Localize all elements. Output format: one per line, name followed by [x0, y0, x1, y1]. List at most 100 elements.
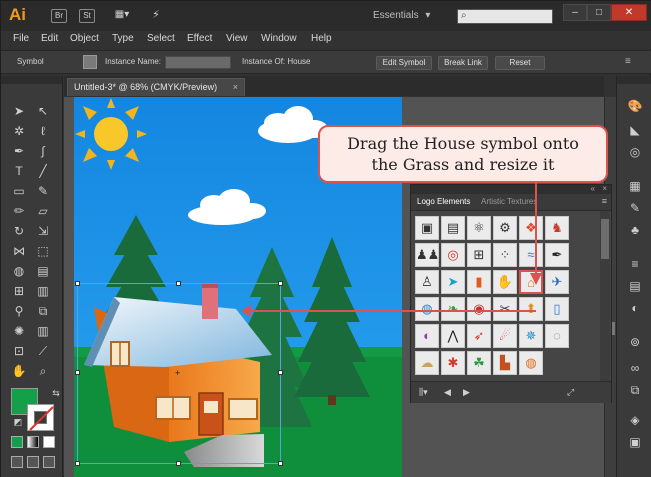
stock-button[interactable]: St	[79, 9, 95, 23]
symbols-icon[interactable]: ♣	[627, 222, 643, 238]
color-guide-icon[interactable]: ◣	[627, 122, 643, 138]
symbol-star-emblem[interactable]: ✵	[519, 324, 543, 348]
search-input[interactable]: ⌕	[457, 9, 553, 24]
resize-handle[interactable]	[176, 281, 181, 286]
symbol-house[interactable]: ⌂	[519, 270, 543, 294]
next-library-icon[interactable]: ▶	[463, 387, 470, 398]
type-tool[interactable]: T	[10, 162, 28, 180]
symbol-people[interactable]: ♟♟	[415, 243, 439, 267]
menu-type[interactable]: Type	[112, 33, 134, 44]
gradient-icon[interactable]: ▤	[627, 278, 643, 294]
rectangle-tool[interactable]: ▭	[10, 182, 28, 200]
none-mode-icon[interactable]	[43, 436, 55, 448]
instance-name-field[interactable]	[165, 56, 231, 69]
stroke-icon[interactable]: ≡	[627, 256, 643, 272]
swap-colors-icon[interactable]: ⇆	[47, 384, 65, 402]
symbol-rocket[interactable]: ➶	[467, 324, 491, 348]
symbol-lamp[interactable]: ✱	[441, 351, 465, 375]
eraser-tool[interactable]: ▱	[34, 202, 52, 220]
draw-behind-icon[interactable]	[27, 456, 39, 468]
pencil-tool[interactable]: ✏	[10, 202, 28, 220]
color-mode-icon[interactable]	[11, 436, 23, 448]
minimize-button[interactable]: –	[563, 4, 587, 21]
color-icon[interactable]: 🎨	[627, 98, 643, 114]
hand-tool[interactable]: ✋	[10, 362, 28, 380]
slice-tool[interactable]: ⟋	[34, 342, 52, 360]
resize-grip-icon[interactable]: ⤢	[567, 387, 574, 398]
symbol-pen[interactable]: ✒	[545, 243, 569, 267]
panel-menu-icon[interactable]: ≡	[602, 196, 607, 206]
symbol-planet[interactable]: ◐	[415, 324, 439, 348]
resize-handle[interactable]	[176, 461, 181, 466]
pen-tool[interactable]: ✒	[10, 142, 28, 160]
arrange-documents-icon[interactable]: ▦▾	[111, 9, 133, 23]
direct-selection-tool[interactable]: ↖	[34, 102, 52, 120]
symbol-palm[interactable]: ☘	[467, 351, 491, 375]
symbol-skyline[interactable]: ▙	[493, 351, 517, 375]
symbol-runner[interactable]: ☄	[493, 324, 517, 348]
export-icon[interactable]: ⧉	[627, 382, 643, 398]
scale-tool[interactable]: ⇲	[34, 222, 52, 240]
line-tool[interactable]: ╱	[34, 162, 52, 180]
tab-artistic-textures[interactable]: Artistic Textures	[481, 197, 537, 206]
symbol-gear[interactable]: ⚙	[493, 216, 517, 240]
gpu-performance-icon[interactable]: ⚡	[147, 9, 165, 23]
bridge-button[interactable]: Br	[51, 9, 67, 23]
symbol-arrow-sign[interactable]: ⬆	[519, 297, 543, 321]
symbol-jet[interactable]: ✈	[545, 270, 569, 294]
symbol-bookmark[interactable]: ▯	[545, 297, 569, 321]
symbol-scissors[interactable]: ✂	[493, 297, 517, 321]
break-link-button[interactable]: Break Link	[438, 56, 488, 70]
workspace-switcher[interactable]: Essentials ▾	[373, 10, 430, 21]
swatches-icon[interactable]: ▦	[627, 178, 643, 194]
links-icon[interactable]: ∞	[627, 360, 643, 376]
magic-wand-tool[interactable]: ✲	[10, 122, 28, 140]
symbol-atom[interactable]: ⚛	[467, 216, 491, 240]
menu-edit[interactable]: Edit	[41, 33, 58, 44]
symbol-pool[interactable]: ≈	[519, 243, 543, 267]
close-button[interactable]: ✕	[611, 4, 647, 21]
symbol-sprayer-tool[interactable]: ✺	[10, 322, 28, 340]
scrollbar-thumb[interactable]	[601, 219, 609, 259]
width-tool[interactable]: ⋈	[10, 242, 28, 260]
resize-handle[interactable]	[278, 461, 283, 466]
menu-object[interactable]: Object	[70, 33, 99, 44]
panel-menu-icon[interactable]: ≡	[625, 56, 631, 67]
symbol-rings[interactable]: ◉	[467, 297, 491, 321]
artboards-icon[interactable]: ▣	[627, 434, 643, 450]
gradient-tool[interactable]: ▥	[34, 282, 52, 300]
free-transform-tool[interactable]: ⬚	[34, 242, 52, 260]
symbol-grid[interactable]: ⊞	[467, 243, 491, 267]
symbol-hand[interactable]: ✋	[493, 270, 517, 294]
library-menu-icon[interactable]: ⫼▾	[419, 387, 428, 398]
symbol-hydrant[interactable]: ▮	[467, 270, 491, 294]
symbol-dots[interactable]: ⁘	[493, 243, 517, 267]
graphic-styles-icon[interactable]: ⊚	[627, 334, 643, 350]
symbol-globe[interactable]: ◍	[415, 297, 439, 321]
symbol-frame[interactable]: ▣	[415, 216, 439, 240]
symbol-presentation[interactable]: ▤	[441, 216, 465, 240]
brushes-icon[interactable]: ✎	[627, 200, 643, 216]
resize-handle[interactable]	[75, 370, 80, 375]
close-panel-icon[interactable]: ×	[602, 184, 607, 193]
maximize-button[interactable]: □	[587, 4, 611, 21]
eyedropper-tool[interactable]: ⚲	[10, 302, 28, 320]
resize-handle[interactable]	[278, 370, 283, 375]
document-tab[interactable]: Untitled-3* @ 68% (CMYK/Preview) ×	[67, 78, 245, 96]
curvature-tool[interactable]: ∫	[34, 142, 52, 160]
selection-bounding-box[interactable]: +	[75, 281, 283, 466]
default-colors-icon[interactable]: ◩	[9, 413, 27, 431]
stroke-color-swatch[interactable]	[27, 404, 54, 431]
symbol-chess[interactable]: ♞	[545, 216, 569, 240]
lasso-tool[interactable]: ℓ	[34, 122, 52, 140]
mesh-tool[interactable]: ⊞	[10, 282, 28, 300]
draw-normal-icon[interactable]	[11, 456, 23, 468]
previous-library-icon[interactable]: ◀	[444, 387, 451, 398]
menu-effect[interactable]: Effect	[187, 33, 212, 44]
edit-symbol-button[interactable]: Edit Symbol	[376, 56, 432, 70]
graph-tool[interactable]: ▥	[34, 322, 52, 340]
symbol-chat[interactable]: ☁	[415, 351, 439, 375]
symbol-leaf[interactable]: ❧	[441, 297, 465, 321]
appearance-icon[interactable]: ◎	[627, 144, 643, 160]
resize-handle[interactable]	[75, 281, 80, 286]
